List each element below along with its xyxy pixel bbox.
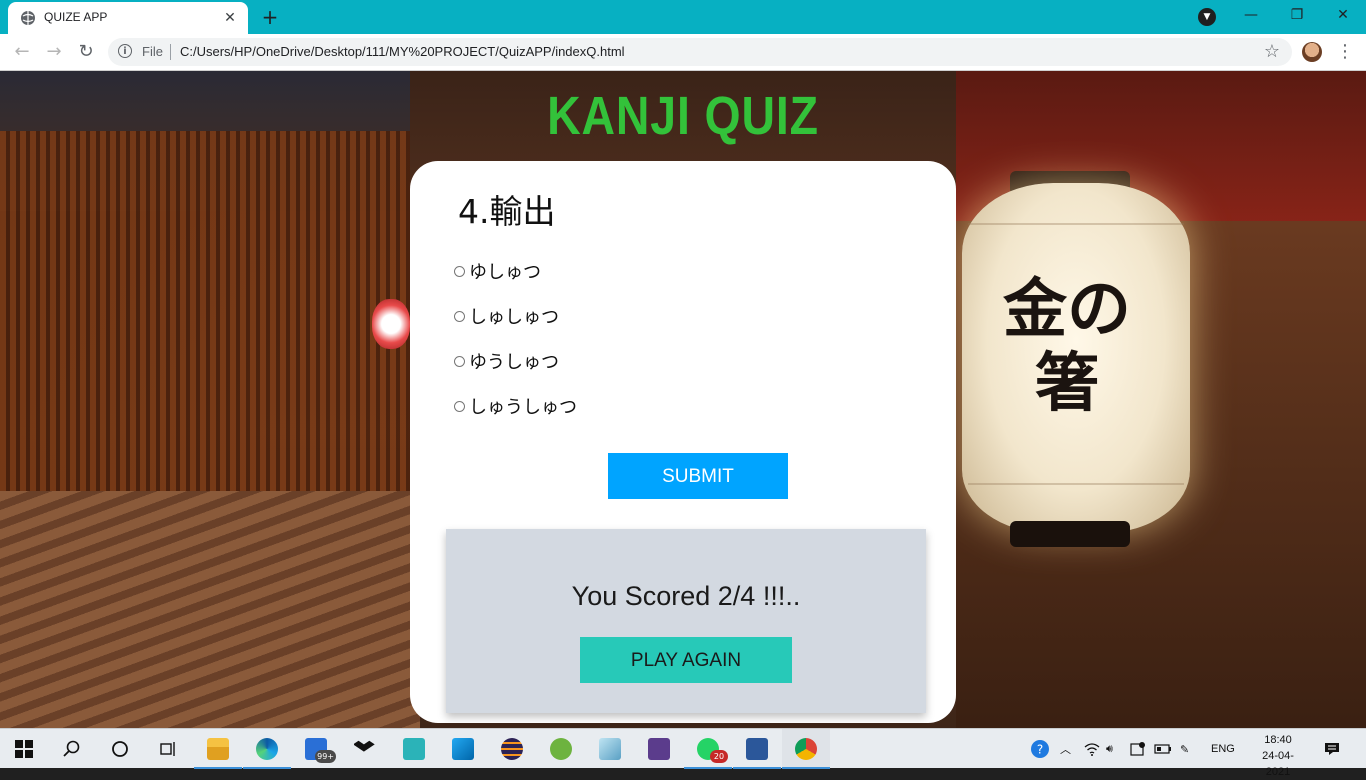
- clock-date: 24-04-2021: [1262, 750, 1294, 778]
- background-floor: [0, 491, 420, 728]
- url-text[interactable]: C:/Users/HP/OneDrive/Desktop/111/MY%20PR…: [180, 44, 625, 59]
- answer-option[interactable]: しゅしゅつ: [454, 304, 559, 328]
- browser-tab-strip: QUIZE APP ✕ + ▼ — ❐ ✕: [0, 0, 1366, 34]
- score-text: You Scored 2/4 !!!..: [571, 581, 801, 611]
- forward-arrow-icon[interactable]: →: [42, 40, 66, 64]
- system-clock[interactable]: 18:40 24-04-2021: [1250, 732, 1306, 780]
- scheme-label: File: [142, 44, 163, 59]
- bookmark-star-icon[interactable]: ☆: [1264, 41, 1280, 62]
- background-paper-lantern: 金の箸: [962, 183, 1190, 533]
- pen-icon[interactable]: ✎: [1180, 729, 1189, 769]
- answer-option[interactable]: しゅうしゅつ: [454, 394, 577, 418]
- input-language[interactable]: ENG: [1211, 729, 1235, 769]
- tab-title: QUIZE APP: [44, 10, 108, 24]
- radio-button[interactable]: [454, 400, 465, 412]
- option-label: ゆしゅつ: [469, 262, 541, 283]
- sublime-text-icon[interactable]: [390, 729, 438, 769]
- background-small-lantern: [372, 299, 410, 349]
- cortana-icon[interactable]: [96, 729, 144, 769]
- word-icon[interactable]: [733, 729, 781, 769]
- new-tab-plus-icon[interactable]: +: [258, 5, 282, 29]
- lantern-rib: [968, 223, 1184, 225]
- kebab-menu-icon[interactable]: ⋮: [1336, 40, 1354, 64]
- file-explorer-icon[interactable]: [194, 729, 242, 769]
- eclipse-icon[interactable]: [488, 729, 536, 769]
- vscode-icon[interactable]: [439, 729, 487, 769]
- tab-close-icon[interactable]: ✕: [220, 8, 240, 28]
- whatsapp-icon[interactable]: 20: [684, 729, 732, 769]
- lantern-bottom-cap: [1010, 521, 1130, 547]
- radio-button[interactable]: [454, 310, 465, 322]
- play-again-button[interactable]: PLAY AGAIN: [580, 637, 792, 683]
- task-view-icon[interactable]: [144, 729, 192, 769]
- reload-icon[interactable]: ↻: [74, 40, 98, 64]
- start-windows-icon[interactable]: [0, 729, 48, 769]
- site-info-icon[interactable]: i: [118, 44, 132, 58]
- tab-search-chevron-down-icon[interactable]: ▼: [1198, 8, 1216, 26]
- whatsapp-badge: 20: [710, 750, 728, 763]
- window-minimize-icon[interactable]: —: [1228, 0, 1274, 30]
- answer-option[interactable]: ゆうしゅつ: [454, 349, 559, 373]
- radio-button[interactable]: [454, 265, 465, 277]
- windows-taskbar: 99+ 20 ? ︿ 🔊︎ ✎ ENG 18:40 24-04-2021: [0, 728, 1366, 778]
- address-bar[interactable]: i File C:/Users/HP/OneDrive/Desktop/111/…: [108, 38, 1292, 66]
- profile-avatar[interactable]: [1302, 42, 1322, 62]
- mail-badge: 99+: [315, 750, 336, 763]
- window-close-icon[interactable]: ✕: [1320, 0, 1366, 30]
- option-label: しゅしゅつ: [469, 307, 559, 328]
- mail-icon[interactable]: 99+: [292, 729, 340, 769]
- clock-time: 18:40: [1264, 734, 1292, 746]
- browser-toolbar: ← → ↻ i File C:/Users/HP/OneDrive/Deskto…: [0, 34, 1366, 71]
- page-title: KANJI QUIZ: [547, 86, 819, 146]
- radio-button[interactable]: [454, 355, 465, 367]
- submit-button[interactable]: SUBMIT: [608, 453, 788, 499]
- dropbox-icon[interactable]: [341, 729, 389, 769]
- help-icon[interactable]: ?: [1030, 729, 1050, 769]
- svg-text:?: ?: [1037, 743, 1043, 757]
- wifi-icon[interactable]: [1084, 729, 1100, 769]
- omnibox-divider: [170, 44, 171, 60]
- option-label: しゅうしゅつ: [469, 397, 577, 418]
- lantern-calligraphy: 金の箸: [1003, 272, 1131, 421]
- globe-icon: [21, 11, 35, 25]
- lantern-rib: [968, 483, 1184, 485]
- page-viewport: 金の箸 KANJI QUIZ 4.輸出 ゆしゅつ しゅしゅつ ゆうしゅつ しゅう…: [0, 71, 1366, 728]
- option-label: ゆうしゅつ: [469, 352, 559, 373]
- chevron-up-icon[interactable]: ︿: [1060, 729, 1071, 769]
- back-arrow-icon[interactable]: ←: [10, 40, 34, 64]
- quiz-card: 4.輸出 ゆしゅつ しゅしゅつ ゆうしゅつ しゅうしゅつ SUBMIT You …: [410, 161, 956, 723]
- notifications-icon[interactable]: [1324, 729, 1340, 769]
- window-restore-icon[interactable]: ❐: [1274, 0, 1320, 30]
- game-app-icon[interactable]: [635, 729, 683, 769]
- answer-option[interactable]: ゆしゅつ: [454, 259, 541, 283]
- network-settings-icon[interactable]: [1130, 729, 1146, 769]
- spring-tool-icon[interactable]: [537, 729, 585, 769]
- notepad-icon[interactable]: [586, 729, 634, 769]
- browser-tab[interactable]: QUIZE APP ✕: [8, 2, 248, 34]
- edge-browser-icon[interactable]: [243, 729, 291, 769]
- speaker-icon[interactable]: 🔊︎: [1106, 729, 1113, 769]
- score-panel: You Scored 2/4 !!!.. PLAY AGAIN: [446, 529, 926, 713]
- battery-icon[interactable]: [1154, 729, 1172, 769]
- chrome-icon[interactable]: [782, 729, 830, 769]
- search-icon[interactable]: [48, 729, 96, 769]
- question-text: 4.輸出: [458, 192, 556, 231]
